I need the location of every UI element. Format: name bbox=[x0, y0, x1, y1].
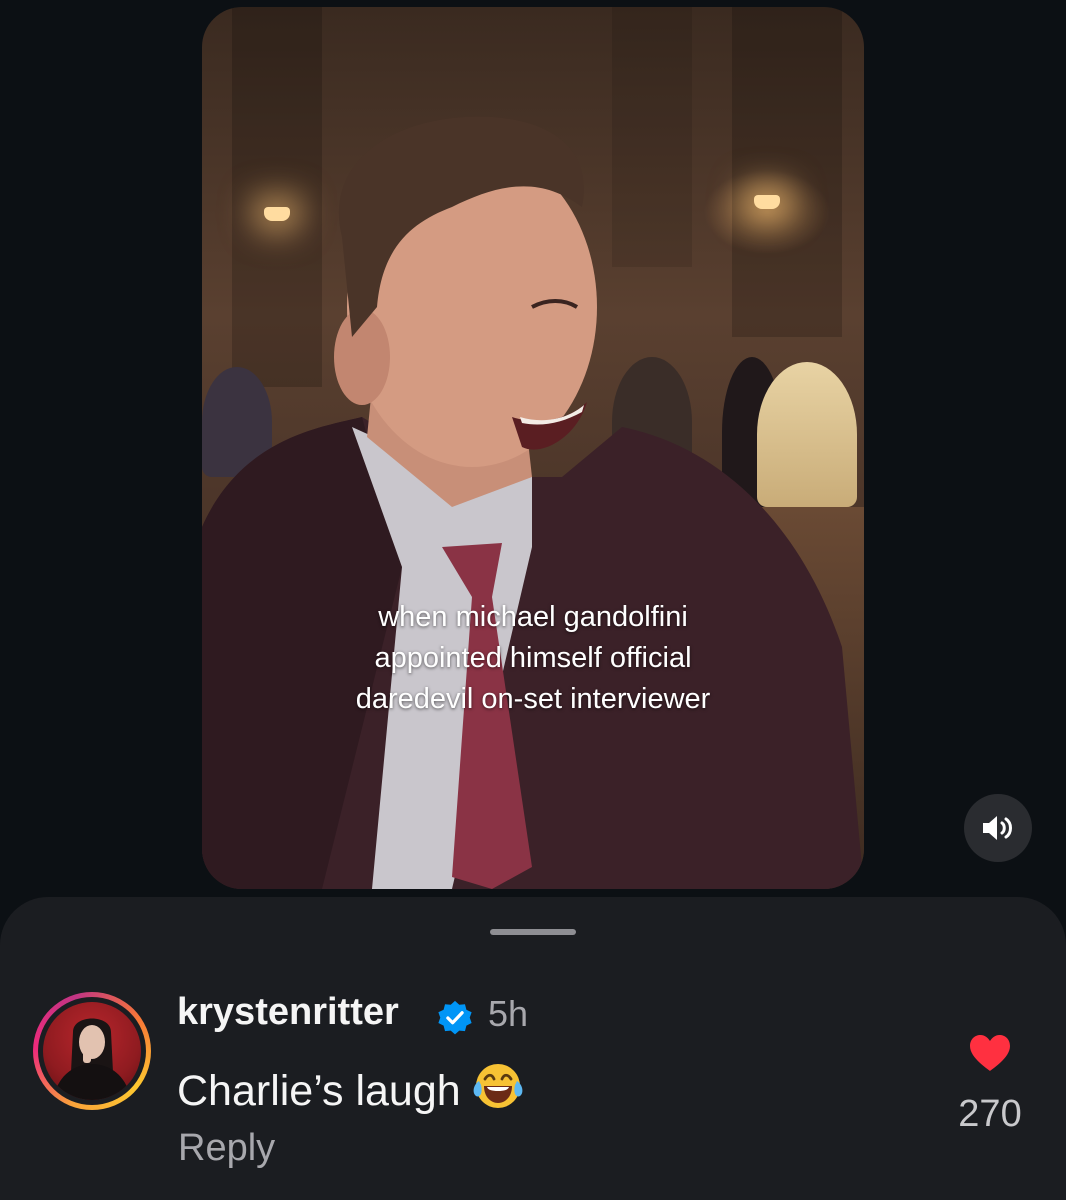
video-caption: when michael gandolfini appointed himsel… bbox=[202, 597, 864, 720]
avatar bbox=[43, 1002, 141, 1100]
sheet-drag-handle[interactable] bbox=[490, 929, 576, 935]
like-count: 270 bbox=[958, 1093, 1022, 1135]
avatar-portrait bbox=[53, 1018, 131, 1100]
caption-line: daredevil on-set interviewer bbox=[355, 683, 711, 715]
avatar-border bbox=[38, 997, 146, 1105]
reply-button[interactable]: Reply bbox=[178, 1127, 275, 1170]
speaker-sound-icon bbox=[983, 816, 1012, 840]
tears-of-joy-emoji-icon bbox=[471, 1059, 525, 1124]
audio-toggle-button[interactable] bbox=[964, 794, 1032, 862]
heart-icon[interactable] bbox=[968, 1033, 1012, 1073]
reel-video[interactable]: when michael gandolfini appointed himsel… bbox=[202, 7, 864, 889]
caption-line: appointed himself official bbox=[374, 642, 692, 674]
comment-username[interactable]: krystenritter bbox=[177, 991, 399, 1034]
comment-text: Charlie’s laugh bbox=[177, 1067, 461, 1115]
comment-text-row: Charlie’s laugh bbox=[177, 1059, 525, 1124]
caption-line: when michael gandolfini bbox=[378, 601, 688, 633]
verified-badge-icon bbox=[438, 1000, 472, 1035]
comment-timestamp: 5h bbox=[488, 993, 529, 1034]
comments-sheet: krystenritter 5h Charlie’s laugh Reply 2… bbox=[0, 897, 1066, 1200]
story-ring[interactable] bbox=[33, 992, 151, 1110]
laughing-man-figure bbox=[202, 116, 864, 889]
